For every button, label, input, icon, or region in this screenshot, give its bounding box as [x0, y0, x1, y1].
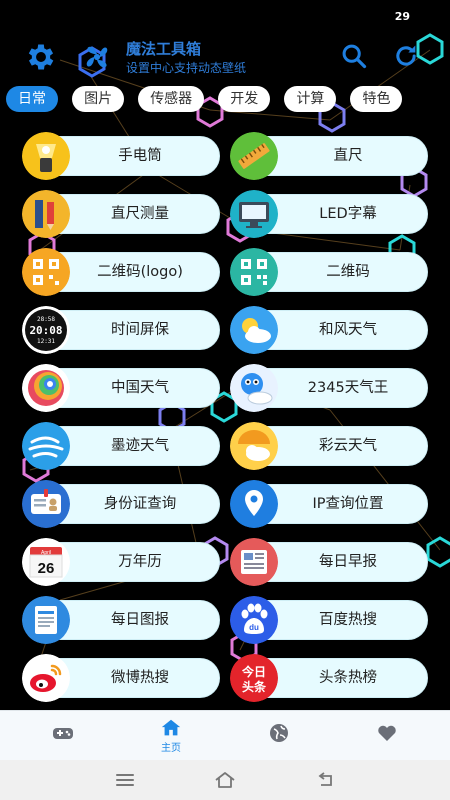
qrcode-icon [230, 248, 278, 296]
monitor-icon [230, 190, 278, 238]
tool-ruler-measure[interactable]: 直尺测量 [22, 190, 220, 238]
flashlight-icon [22, 132, 70, 180]
tab-daily[interactable]: 日常 [6, 86, 58, 112]
tool-time-screensaver[interactable]: 时间屏保 28:58 20:08 12:31 [22, 306, 220, 354]
qrcode-logo-icon [22, 248, 70, 296]
clock-top-text: 28:58 [37, 316, 55, 323]
tab-calculate[interactable]: 计算 [284, 86, 337, 112]
location-pin-icon [230, 480, 278, 528]
category-tabs: 日常 图片 传感器 开发 计算 特色 [6, 86, 450, 114]
system-nav-bar [0, 760, 450, 800]
tool-label: 墨迹天气 [111, 438, 169, 454]
tool-moji-weather[interactable]: 墨迹天气 [22, 422, 220, 470]
refresh-icon[interactable] [392, 42, 420, 70]
tool-toutiao-hot[interactable]: 头条热榜 今日 头条 [230, 654, 428, 702]
tool-label: 手电筒 [118, 148, 162, 164]
tool-label: 身份证查询 [103, 496, 177, 512]
tool-label: 二维码(logo) [97, 264, 183, 280]
clock-main-text: 20:08 [29, 324, 62, 337]
wind-cloud-icon [22, 422, 70, 470]
newspaper-icon [230, 538, 278, 586]
tab-develop[interactable]: 开发 [218, 86, 271, 112]
tool-id-card-lookup[interactable]: 身份证查询 [22, 480, 220, 528]
status-time: 29 [394, 10, 410, 23]
tool-ruler[interactable]: 直尺 [230, 132, 428, 180]
toutiao-line2-text: 头条 [242, 679, 267, 694]
status-bar: 29 [0, 0, 450, 32]
app-header: 魔法工具箱 设置中心支持动态壁纸 [0, 34, 450, 80]
gear-icon[interactable] [24, 40, 58, 74]
tool-label: IP查询位置 [312, 496, 384, 512]
tool-label: 万年历 [118, 554, 162, 570]
sun-cloud-icon [230, 306, 278, 354]
toutiao-line1-text: 今日 [241, 664, 266, 679]
clock-bottom-text: 12:31 [37, 338, 55, 345]
tool-caiyun-weather[interactable]: 彩云天气 [230, 422, 428, 470]
document-icon [22, 596, 70, 644]
calendar-day-text: 26 [38, 560, 55, 577]
weibo-icon [22, 654, 70, 702]
tool-label: 时间屏保 [111, 322, 169, 338]
tool-weibo-hot[interactable]: 微博热搜 [22, 654, 220, 702]
tool-label: 每日早报 [319, 554, 377, 570]
home-outline-icon[interactable] [213, 768, 237, 792]
nav-games[interactable] [18, 711, 108, 761]
tool-label: 中国天气 [111, 380, 169, 396]
search-icon[interactable] [340, 42, 368, 70]
app-title: 魔法工具箱 [126, 40, 202, 58]
tool-label: 直尺 [333, 148, 363, 164]
tool-label: 二维码 [326, 264, 370, 280]
tool-label: 2345天气王 [307, 380, 389, 396]
umbrella-cloud-icon [230, 422, 278, 470]
tab-images[interactable]: 图片 [72, 86, 125, 112]
menu-icon[interactable] [113, 768, 137, 792]
rainbow-swirl-icon [22, 364, 70, 412]
tool-daily-picture[interactable]: 每日图报 [22, 596, 220, 644]
tool-morning-news[interactable]: 每日早报 [230, 538, 428, 586]
back-icon[interactable] [313, 768, 337, 792]
tool-ip-location[interactable]: IP查询位置 [230, 480, 428, 528]
tool-label: 彩云天气 [319, 438, 377, 454]
app-subtitle: 设置中心支持动态壁纸 [126, 61, 247, 75]
baidu-paw-icon: du [230, 596, 278, 644]
tool-qrcode-logo[interactable]: 二维码(logo) [22, 248, 220, 296]
pencil-ruler-icon [22, 190, 70, 238]
baidu-icon-text: du [249, 623, 259, 632]
tool-label: 头条热榜 [319, 670, 377, 686]
digital-clock-icon: 28:58 20:08 12:31 [22, 306, 70, 354]
tool-baidu-hot[interactable]: 百度热搜 du [230, 596, 428, 644]
calendar-icon: April 26 [22, 538, 70, 586]
ruler-icon [230, 132, 278, 180]
globe-icon [270, 724, 288, 742]
tool-label: 微博热搜 [111, 670, 169, 686]
tool-qrcode[interactable]: 二维码 [230, 248, 428, 296]
tool-2345-weather[interactable]: 2345天气王 [230, 364, 428, 412]
heart-icon [378, 725, 396, 741]
tool-led-banner[interactable]: LED字幕 [230, 190, 428, 238]
toutiao-icon: 今日 头条 [230, 654, 278, 702]
tool-hefeng-weather[interactable]: 和风天气 [230, 306, 428, 354]
tool-label: 直尺测量 [111, 206, 169, 222]
nav-explore[interactable] [234, 711, 324, 761]
bird-cloud-icon [230, 364, 278, 412]
tool-china-weather[interactable]: 中国天气 [22, 364, 220, 412]
id-card-icon [22, 480, 70, 528]
tool-calendar[interactable]: 万年历 April 26 [22, 538, 220, 586]
nav-favorites[interactable] [342, 711, 432, 761]
tool-flashlight[interactable]: 手电筒 [22, 132, 220, 180]
tool-label: LED字幕 [319, 206, 377, 222]
home-icon [161, 719, 181, 736]
tool-label: 百度热搜 [319, 612, 377, 628]
gamepad-icon [53, 728, 73, 739]
tool-label: 和风天气 [319, 322, 377, 338]
bottom-nav: 主页 [0, 710, 450, 761]
tool-label: 每日图报 [111, 612, 169, 628]
tab-sensors[interactable]: 传感器 [138, 86, 205, 112]
calendar-month-text: April [41, 550, 51, 556]
tab-featured[interactable]: 特色 [350, 86, 403, 112]
nav-home[interactable]: 主页 [126, 711, 216, 761]
nav-home-label: 主页 [161, 743, 181, 754]
fan-icon[interactable] [80, 40, 114, 74]
